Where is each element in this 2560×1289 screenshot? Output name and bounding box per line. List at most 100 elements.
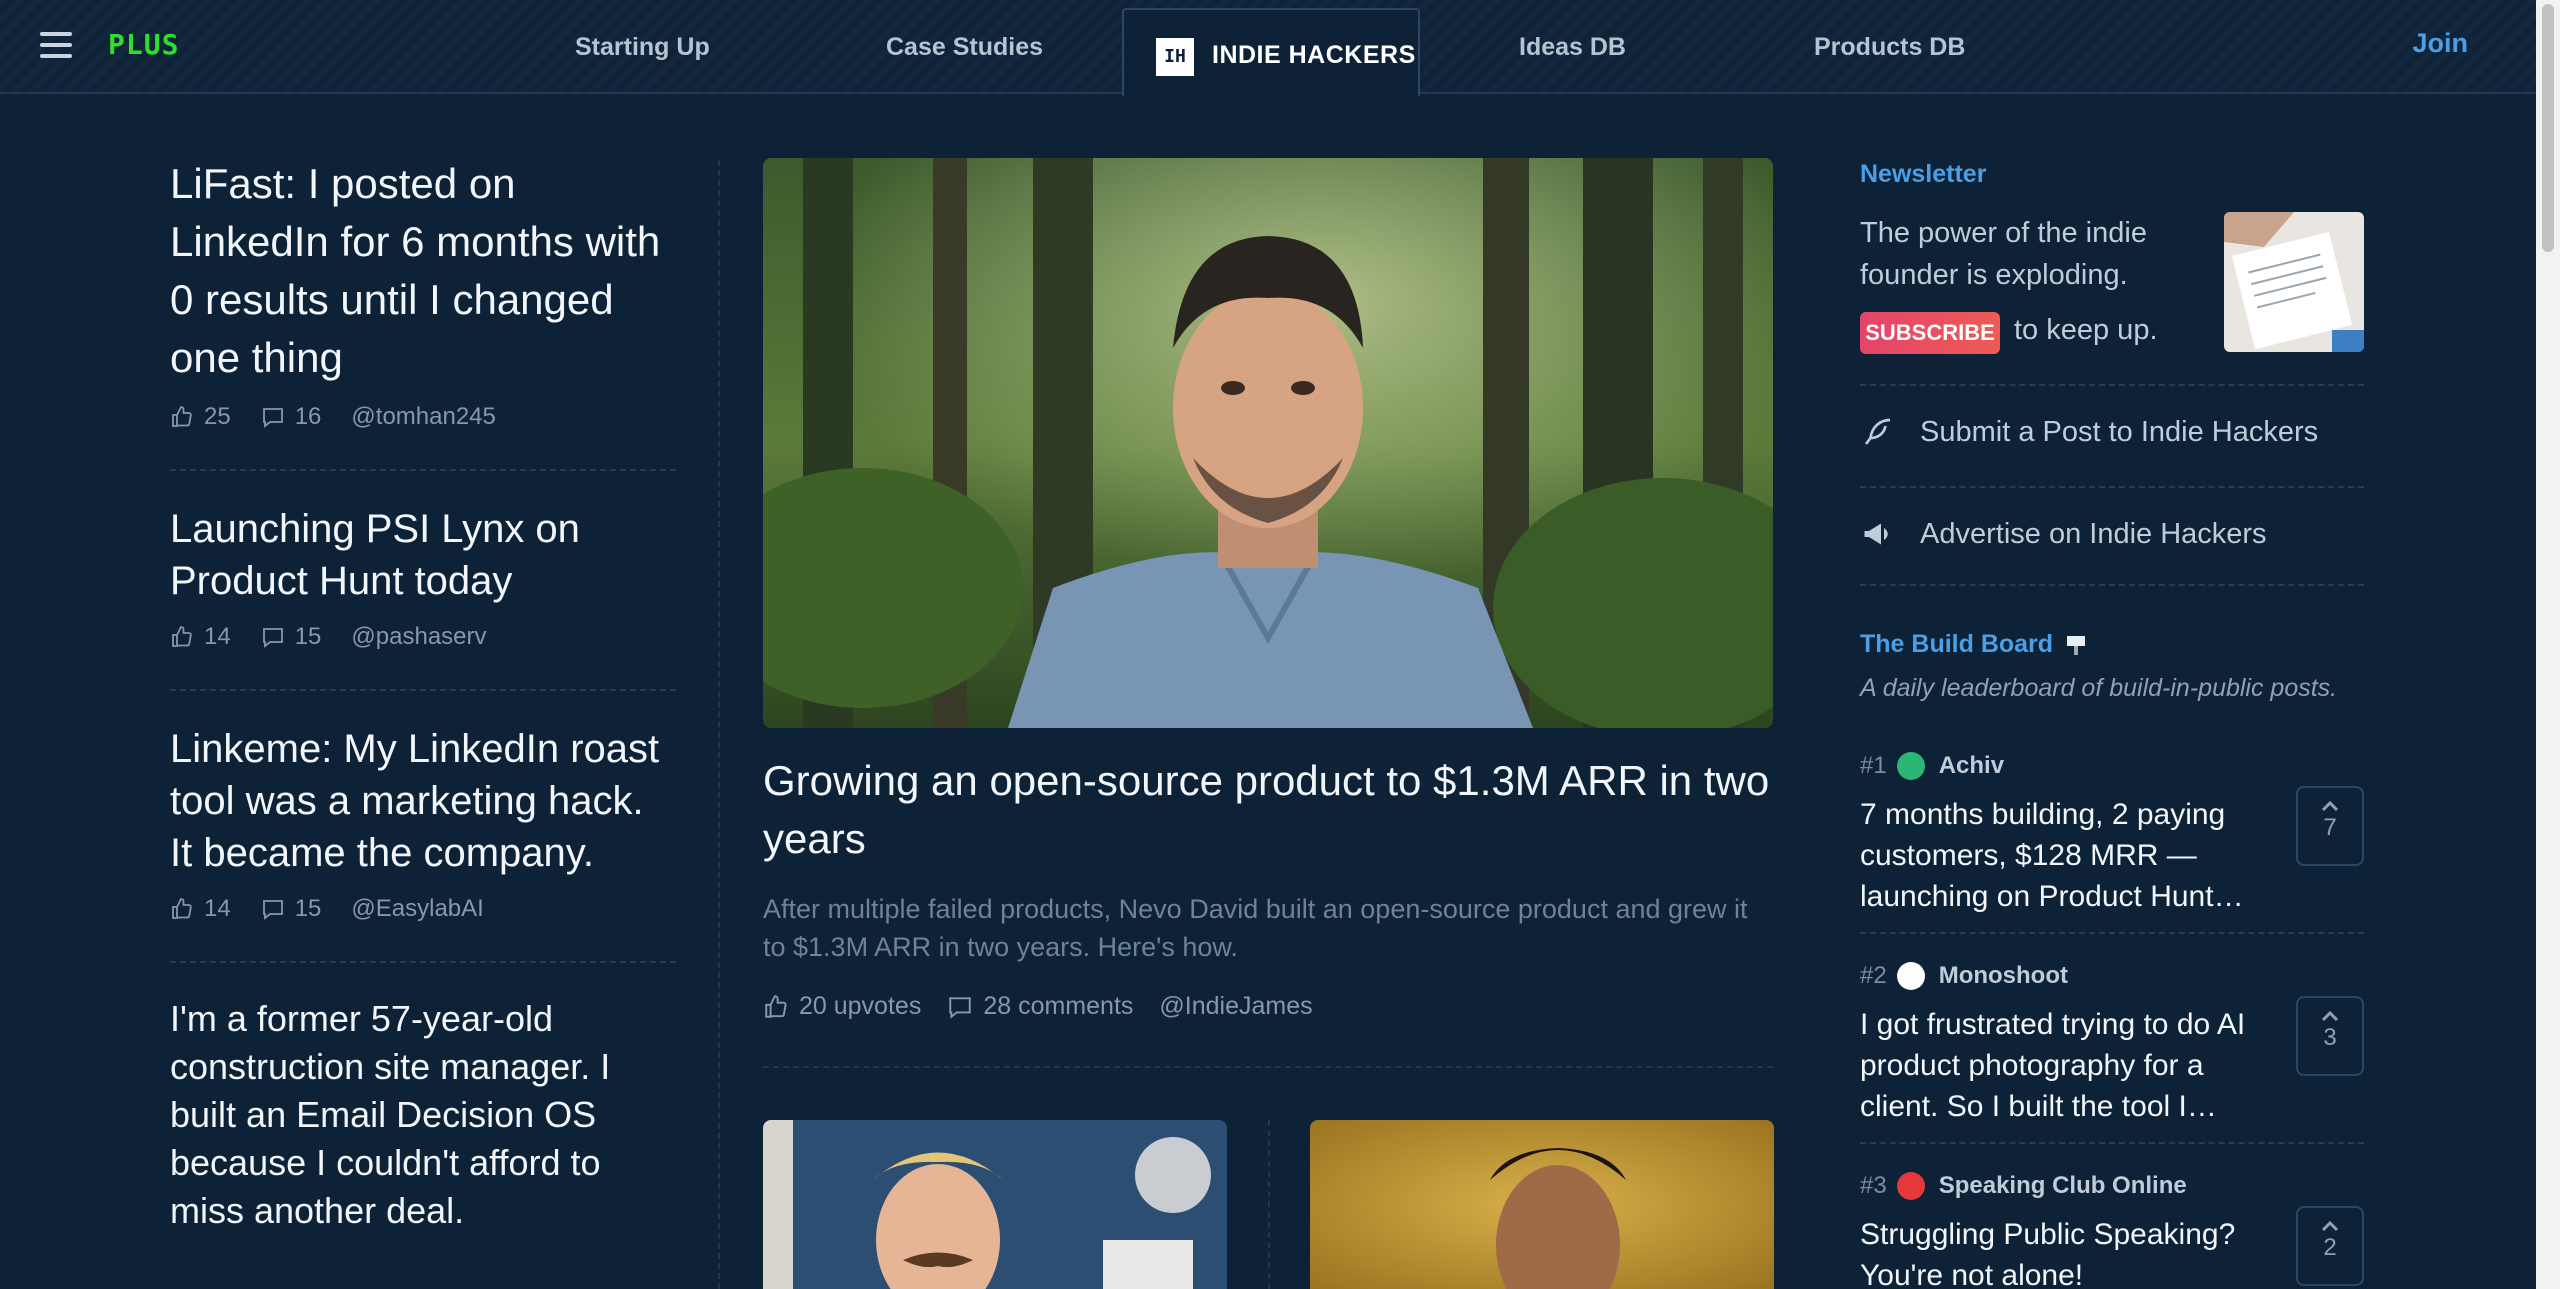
divider: [763, 1066, 1773, 1068]
build-post-title[interactable]: I got frustrated trying to do AI product…: [1860, 1004, 2260, 1127]
divider: [1860, 486, 2364, 488]
upvote-button[interactable]: 20 upvotes: [763, 992, 921, 1021]
post-author[interactable]: @pashaserv: [351, 623, 486, 651]
megaphone-icon: [1864, 523, 1888, 545]
thumbs-up-icon[interactable]: [170, 897, 194, 921]
nav-case-studies[interactable]: Case Studies: [886, 33, 1043, 62]
signpost-icon: [2067, 635, 2086, 655]
newsletter-text: The power of the indie founder is explod…: [1860, 217, 2147, 291]
vote-button[interactable]: 2: [2296, 1206, 2364, 1286]
vote-count: 2: [2323, 1234, 2337, 1261]
portrait-image: [763, 158, 1773, 728]
submit-post-link[interactable]: Submit a Post to Indie Hackers: [1860, 414, 2318, 450]
rank-number: #3: [1860, 1172, 1887, 1199]
scrollbar[interactable]: [2536, 0, 2560, 1289]
comment-icon: [949, 996, 972, 1019]
newsletter-heading[interactable]: Newsletter: [1860, 160, 2364, 189]
build-post-title[interactable]: 7 months building, 2 paying customers, $…: [1860, 794, 2260, 917]
build-board-item: #1 Achiv 7 months building, 2 paying cus…: [1860, 752, 2364, 917]
featured-post-image[interactable]: [763, 158, 1773, 728]
chevron-up-icon: [2321, 1010, 2339, 1022]
menu-icon[interactable]: [40, 32, 72, 60]
post-title[interactable]: LiFast: I posted on LinkedIn for 6 month…: [170, 155, 676, 387]
featured-post-title[interactable]: Growing an open-source product to $1.3M …: [763, 752, 1773, 868]
thumbs-up-icon[interactable]: [170, 625, 194, 649]
speaking-club-logo-icon: [1896, 1172, 1925, 1200]
nav-products-db[interactable]: Products DB: [1814, 33, 1965, 62]
nav-starting-up[interactable]: Starting Up: [575, 33, 710, 62]
post-author[interactable]: @EasylabAI: [351, 895, 483, 923]
left-post-list: LiFast: I posted on LinkedIn for 6 month…: [170, 155, 676, 1289]
post-title[interactable]: Launching PSI Lynx on Product Hunt today: [170, 503, 676, 607]
column-divider: [718, 160, 720, 1289]
scrollbar-thumb[interactable]: [2542, 4, 2554, 252]
submit-post-label: Submit a Post to Indie Hackers: [1920, 415, 2319, 448]
comment-icon[interactable]: [261, 405, 285, 429]
subscribe-button[interactable]: SUBSCRIBE: [1860, 312, 2000, 354]
achiv-logo-icon: [1896, 752, 1925, 780]
join-link[interactable]: Join: [2412, 28, 2468, 59]
vote-count: 3: [2323, 1024, 2337, 1051]
post-title[interactable]: Linkeme: My LinkedIn roast tool was a ma…: [170, 723, 676, 879]
build-board-item: #2 Monoshoot I got frustrated trying to …: [1860, 962, 2364, 1127]
chevron-up-icon: [2321, 1220, 2339, 1232]
list-item: Launching PSI Lynx on Product Hunt today…: [170, 503, 676, 691]
advertise-link[interactable]: Advertise on Indie Hackers: [1860, 516, 2267, 552]
advertise-label: Advertise on Indie Hackers: [1920, 517, 2267, 550]
vote-button[interactable]: 3: [2296, 996, 2364, 1076]
list-item: LiFast: I posted on LinkedIn for 6 month…: [170, 155, 676, 471]
comments-link[interactable]: 28 comments: [947, 992, 1133, 1021]
post-meta: 14 15 @EasylabAI: [170, 895, 676, 923]
build-post-title[interactable]: Struggling Public Speaking? You're not a…: [1860, 1214, 2260, 1289]
post-author[interactable]: @tomhan245: [351, 403, 495, 431]
comment-count: 15: [294, 623, 322, 650]
post-title[interactable]: I'm a former 57-year-old construction si…: [170, 995, 676, 1235]
newsletter-image: [2224, 212, 2364, 352]
feather-icon: [1864, 418, 1891, 445]
plus-logo[interactable]: PLUS: [108, 28, 179, 61]
rank-row: #1 Achiv: [1860, 752, 2364, 780]
comment-count: 16: [294, 403, 322, 430]
rank-row: #3 Speaking Club Online: [1860, 1172, 2364, 1200]
newsletter-tail: to keep up.: [2014, 314, 2158, 346]
comment-count: 28 comments: [983, 992, 1134, 1020]
build-board-heading[interactable]: The Build Board: [1860, 630, 2087, 659]
comment-count: 15: [294, 895, 322, 922]
like-count: 14: [204, 623, 231, 650]
thumbs-up-icon[interactable]: [170, 405, 194, 429]
thumbnail-image: [1310, 1120, 1774, 1289]
product-name[interactable]: Monoshoot: [1939, 962, 2068, 990]
thumbnail-image: [763, 1120, 1227, 1289]
like-count: 25: [204, 403, 231, 430]
thumbs-up-icon: [765, 994, 787, 1018]
like-count: 14: [204, 895, 231, 922]
comment-icon[interactable]: [261, 625, 285, 649]
post-author[interactable]: @IndieJames: [1159, 992, 1312, 1021]
sidebar: Newsletter The power of the indie founde…: [1860, 160, 2364, 1289]
ih-logo-icon: IH: [1156, 38, 1194, 76]
divider: [1860, 1142, 2364, 1144]
divider: [1860, 384, 2364, 386]
nav-ideas-db[interactable]: Ideas DB: [1519, 33, 1626, 62]
product-name[interactable]: Achiv: [1939, 752, 2004, 780]
build-board-item: #3 Speaking Club Online Struggling Publi…: [1860, 1172, 2364, 1289]
upvote-count: 20 upvotes: [799, 992, 922, 1020]
rank-number: #1: [1860, 752, 1887, 779]
featured-post-description: After multiple failed products, Nevo Dav…: [763, 894, 1748, 962]
chevron-up-icon: [2321, 800, 2339, 812]
post-thumbnail[interactable]: [1310, 1120, 1774, 1289]
build-board-subtitle: A daily leaderboard of build-in-public p…: [1860, 674, 2338, 702]
top-nav: PLUS Starting Up Case Studies IH INDIE H…: [0, 0, 2536, 96]
list-item: Linkeme: My LinkedIn roast tool was a ma…: [170, 723, 676, 963]
nav-indie-hackers-label: INDIE HACKERS: [1212, 41, 1416, 69]
monoshoot-logo-icon: [1896, 962, 1925, 990]
nav-indie-hackers[interactable]: IH INDIE HACKERS: [1122, 8, 1420, 96]
vote-button[interactable]: 7: [2296, 786, 2364, 866]
divider: [1860, 584, 2364, 586]
comment-icon[interactable]: [261, 897, 285, 921]
rank-row: #2 Monoshoot: [1860, 962, 2364, 990]
product-name[interactable]: Speaking Club Online: [1939, 1172, 2187, 1200]
column-divider: [1268, 1120, 1270, 1289]
post-thumbnail[interactable]: [763, 1120, 1227, 1289]
rank-number: #2: [1860, 962, 1887, 989]
